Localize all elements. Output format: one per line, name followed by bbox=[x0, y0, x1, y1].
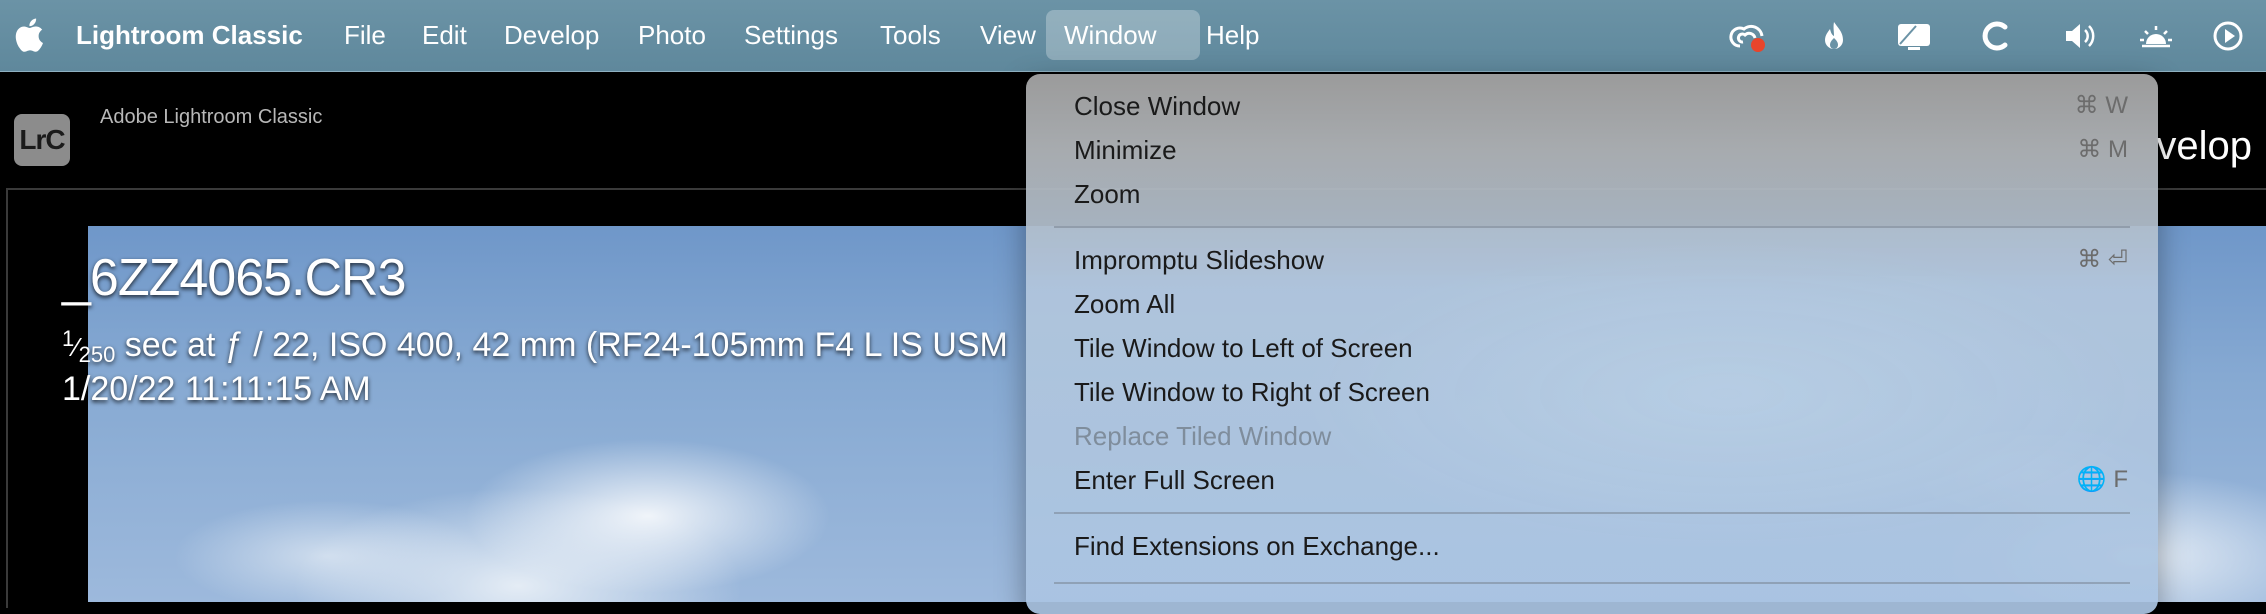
menu-item-label: Tile Window to Right of Screen bbox=[1074, 377, 1430, 407]
exposure-details: sec at ƒ / 22, ISO 400, 42 mm (RF24-105m… bbox=[115, 326, 1008, 364]
volume-icon[interactable] bbox=[2060, 16, 2100, 56]
menu-app-name[interactable]: Lightroom Classic bbox=[58, 10, 321, 60]
shutter-numerator: 1 bbox=[62, 326, 75, 351]
menu-close-window[interactable]: Close Window ⌘ W bbox=[1074, 84, 2130, 128]
menu-impromptu-slideshow[interactable]: Impromptu Slideshow ⌘ ⏎ bbox=[1074, 238, 2130, 282]
menu-item-label: Impromptu Slideshow bbox=[1074, 245, 1324, 275]
shortcut-globe-f: 🌐 F bbox=[2076, 466, 2128, 493]
menu-help[interactable]: Help bbox=[1188, 10, 1277, 60]
lrc-logo: LrC bbox=[14, 114, 70, 166]
menu-zoom[interactable]: Zoom bbox=[1074, 172, 2130, 216]
menu-tile-right[interactable]: Tile Window to Right of Screen bbox=[1074, 370, 2130, 414]
flame-app-icon[interactable] bbox=[1814, 16, 1854, 56]
loading-c-icon[interactable] bbox=[1976, 16, 2016, 56]
module-develop-label[interactable]: velop bbox=[2156, 124, 2252, 169]
menu-settings[interactable]: Settings bbox=[726, 10, 856, 60]
brightness-icon[interactable] bbox=[2136, 16, 2176, 56]
menu-item-label: Close Window bbox=[1074, 91, 1241, 121]
menu-separator bbox=[1054, 512, 2130, 514]
shutter-denominator: 250 bbox=[78, 342, 116, 367]
photo-filename: _6ZZ4065.CR3 bbox=[62, 249, 407, 307]
menu-item-label: Zoom bbox=[1074, 179, 1141, 209]
menu-item-label: Replace Tiled Window bbox=[1074, 421, 1332, 451]
shortcut-cmd-w: ⌘ W bbox=[2074, 92, 2128, 119]
menu-view[interactable]: View bbox=[962, 10, 1054, 60]
menu-zoom-all[interactable]: Zoom All bbox=[1074, 282, 2130, 326]
menu-tile-left[interactable]: Tile Window to Left of Screen bbox=[1074, 326, 2130, 370]
menu-window[interactable]: Window bbox=[1046, 10, 1200, 60]
menu-item-label: Minimize bbox=[1074, 135, 1177, 165]
menu-tools[interactable]: Tools bbox=[862, 10, 959, 60]
apple-logo-icon[interactable] bbox=[14, 17, 44, 53]
menu-item-label: Zoom All bbox=[1074, 289, 1176, 319]
photo-capture-date: 1/20/22 11:11:15 AM bbox=[62, 370, 371, 408]
menu-bar: Lightroom Classic File Edit Develop Phot… bbox=[0, 0, 2266, 72]
creative-cloud-icon[interactable] bbox=[1728, 16, 1768, 56]
menu-item-label: Find Extensions on Exchange... bbox=[1074, 531, 1440, 561]
menu-develop[interactable]: Develop bbox=[486, 10, 617, 60]
play-circle-icon[interactable] bbox=[2208, 16, 2248, 56]
menu-find-extensions[interactable]: Find Extensions on Exchange... bbox=[1074, 524, 2130, 568]
photo-exposure: 1⁄250 sec at ƒ / 22, ISO 400, 42 mm (RF2… bbox=[62, 326, 1008, 367]
menu-edit[interactable]: Edit bbox=[404, 10, 485, 60]
menu-replace-tiled-window: Replace Tiled Window bbox=[1074, 414, 2130, 458]
shortcut-cmd-return: ⌘ ⏎ bbox=[2077, 246, 2128, 273]
menu-minimize[interactable]: Minimize ⌘ M bbox=[1074, 128, 2130, 172]
menu-enter-full-screen[interactable]: Enter Full Screen 🌐 F bbox=[1074, 458, 2130, 502]
product-name: Adobe Lightroom Classic bbox=[100, 106, 323, 128]
menu-photo[interactable]: Photo bbox=[620, 10, 724, 60]
menu-separator bbox=[1054, 226, 2130, 228]
shortcut-cmd-m: ⌘ M bbox=[2077, 136, 2128, 163]
menu-file[interactable]: File bbox=[326, 10, 404, 60]
menu-separator bbox=[1054, 582, 2130, 584]
display-icon[interactable] bbox=[1894, 16, 1934, 56]
menu-item-label: Enter Full Screen bbox=[1074, 465, 1275, 495]
menu-item-label: Tile Window to Left of Screen bbox=[1074, 333, 1413, 363]
window-menu-dropdown: Close Window ⌘ W Minimize ⌘ M Zoom Impro… bbox=[1026, 74, 2158, 614]
